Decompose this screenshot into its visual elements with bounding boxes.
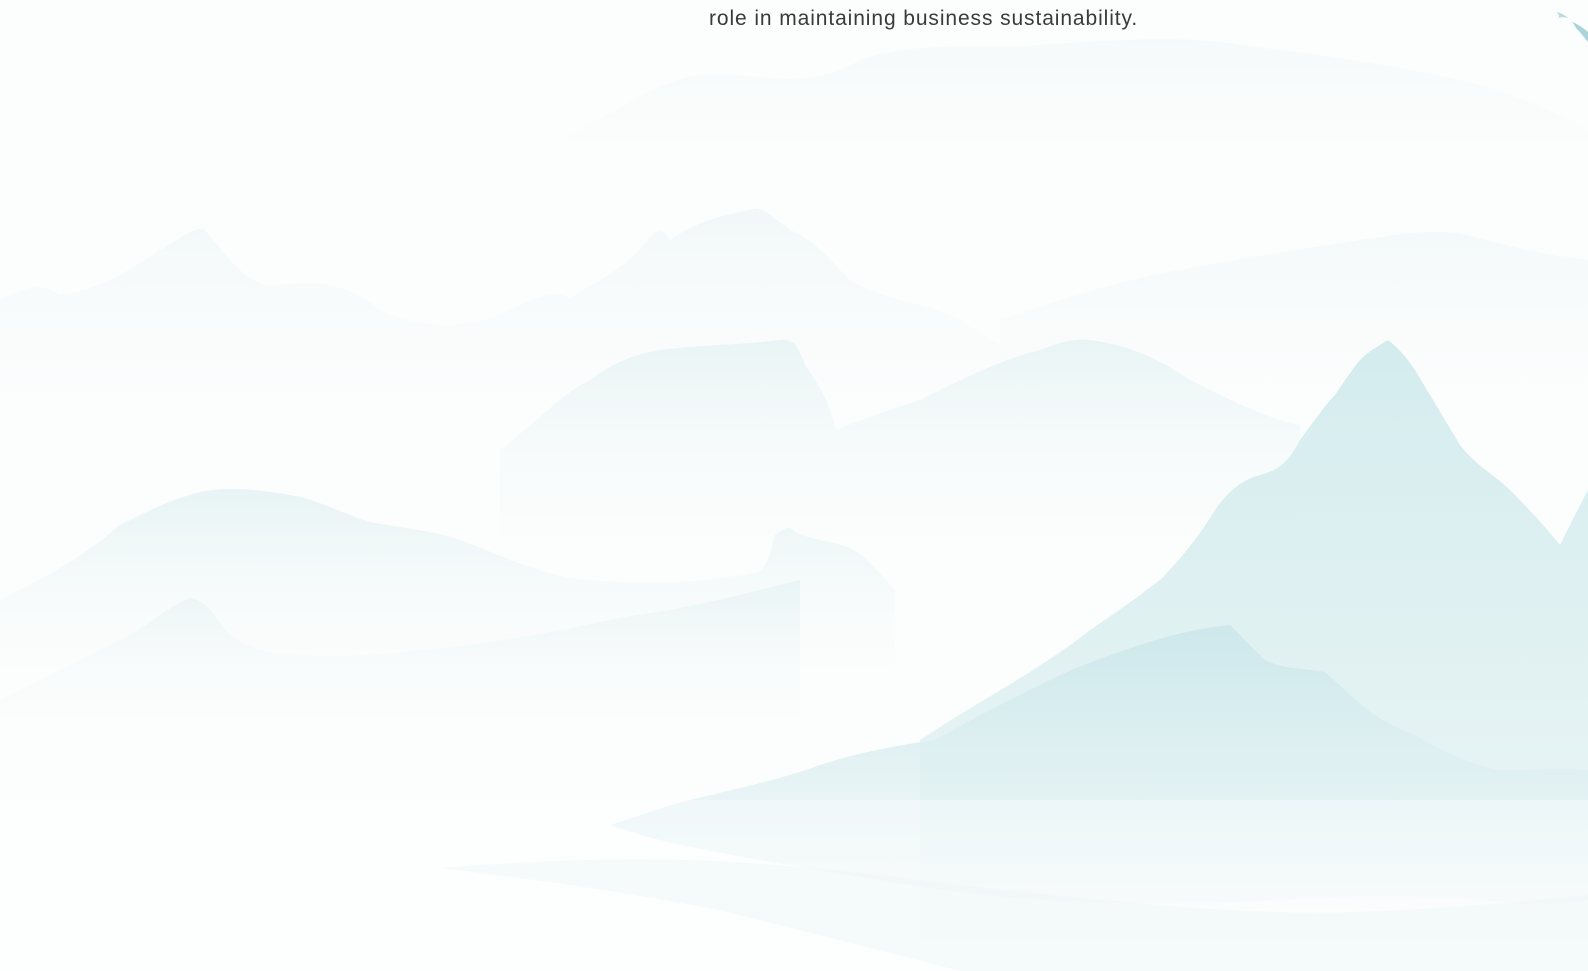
misty-mountains-illustration — [0, 39, 1588, 971]
mist-band — [0, 800, 1588, 971]
far-ridge — [560, 39, 1588, 200]
caption-text: role in maintaining business sustainabil… — [709, 7, 1139, 30]
page: role in maintaining business sustainabil… — [0, 0, 1588, 971]
bird-icon — [1556, 12, 1588, 42]
